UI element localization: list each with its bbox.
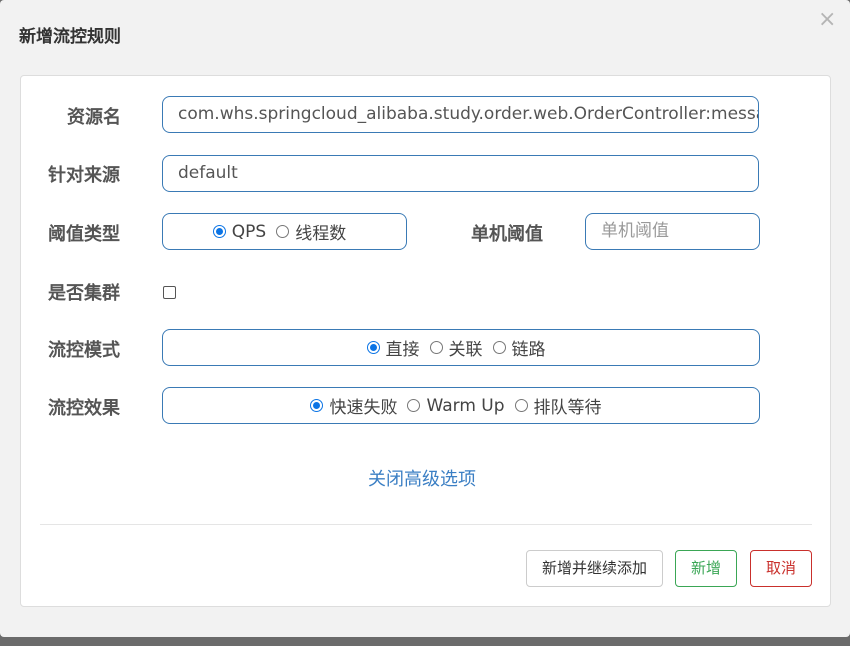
- strategy-option-direct[interactable]: 直接: [366, 335, 420, 360]
- close-icon[interactable]: ×: [818, 8, 836, 32]
- add-continue-button[interactable]: 新增并继续添加: [526, 550, 663, 587]
- behavior-option-queue[interactable]: 排队等待: [514, 393, 602, 418]
- grade-option-qps[interactable]: QPS: [212, 222, 266, 242]
- threshold-label: 单机阈值: [471, 224, 543, 245]
- grade-label: 阈值类型: [48, 224, 120, 245]
- threshold-input[interactable]: 单机阈值: [585, 213, 760, 250]
- toggle-advanced-link[interactable]: 关闭高级选项: [368, 465, 476, 491]
- resource-label: 资源名: [67, 107, 121, 128]
- radio-selected-icon[interactable]: [366, 341, 380, 354]
- divider: [40, 524, 812, 525]
- limit-app-input[interactable]: default: [162, 155, 759, 192]
- behavior-label: 流控效果: [48, 398, 120, 419]
- radio-selected-icon[interactable]: [310, 399, 324, 412]
- dialog-title: 新增流控规则: [19, 27, 121, 47]
- radio-icon[interactable]: [514, 399, 528, 412]
- behavior-option-warm-up[interactable]: Warm Up: [407, 396, 505, 416]
- behavior-option-fast-fail[interactable]: 快速失败: [310, 393, 397, 418]
- radio-icon[interactable]: [492, 341, 506, 354]
- radio-icon[interactable]: [276, 225, 290, 238]
- grade-option-thread[interactable]: 线程数: [276, 219, 346, 244]
- behavior-radio-group: 快速失败 Warm Up 排队等待: [162, 387, 760, 424]
- cluster-label: 是否集群: [48, 283, 120, 304]
- radio-icon[interactable]: [407, 399, 421, 412]
- radio-selected-icon[interactable]: [212, 225, 226, 238]
- cancel-button[interactable]: 取消: [750, 550, 812, 587]
- grade-radio-group: QPS 线程数: [162, 213, 407, 250]
- form-panel: 资源名 com.whs.springcloud_alibaba.study.or…: [20, 75, 831, 607]
- radio-icon[interactable]: [429, 341, 443, 354]
- add-button[interactable]: 新增: [675, 550, 737, 587]
- strategy-option-chain[interactable]: 链路: [492, 335, 546, 360]
- resource-input[interactable]: com.whs.springcloud_alibaba.study.order.…: [162, 96, 759, 133]
- limit-app-label: 针对来源: [48, 165, 120, 186]
- strategy-radio-group: 直接 关联 链路: [162, 329, 760, 366]
- cluster-checkbox[interactable]: [163, 286, 176, 299]
- add-flow-rule-dialog: 新增流控规则 × 资源名 com.whs.springcloud_alibaba…: [0, 0, 850, 637]
- strategy-option-relate[interactable]: 关联: [429, 335, 483, 360]
- strategy-label: 流控模式: [48, 340, 120, 361]
